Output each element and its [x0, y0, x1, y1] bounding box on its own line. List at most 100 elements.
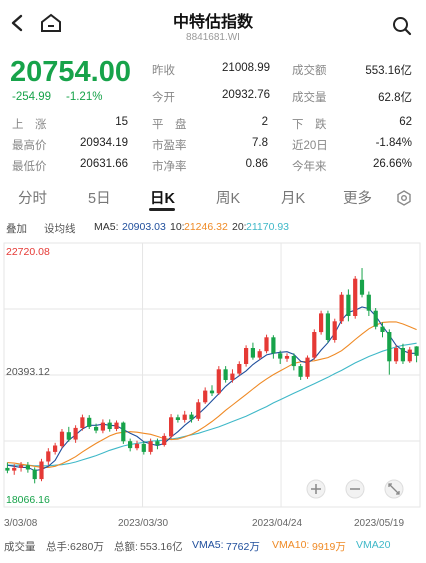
candle-body [366, 294, 371, 311]
candle-body [414, 346, 419, 356]
candle-body [175, 417, 180, 420]
candle-body [284, 356, 290, 359]
candle-body [66, 432, 71, 440]
down-count-value: 62 [399, 116, 412, 128]
candle-body [353, 278, 358, 316]
candle-body [196, 402, 201, 419]
candle-body [271, 337, 276, 354]
settings-icon[interactable] [396, 190, 412, 206]
candle-body [346, 294, 351, 316]
vma5-value: 7762万 [226, 541, 260, 553]
x-label-3: 2023/04/24 [252, 518, 302, 527]
candle-body [373, 310, 378, 327]
up-count-label: 上 涨 [12, 119, 47, 131]
candle-body [250, 348, 255, 358]
vma10-value: 9919万 [312, 541, 346, 553]
open-value: 20932.76 [222, 89, 270, 101]
volume-section-label: 成交量 [4, 541, 36, 553]
y-mid-label: 20393.12 [6, 366, 50, 378]
candle-body [325, 313, 330, 340]
chart-svg: 22720.08 20393.12 18066.16 3/03/08 2023/… [3, 242, 421, 529]
candle-body [94, 426, 99, 431]
20day-label: 近20日 [292, 140, 328, 152]
candle-body [407, 349, 412, 362]
candle-body [39, 461, 44, 480]
candle-body [216, 369, 221, 394]
candle-body [257, 351, 262, 358]
ma-legend: 叠加 设均线 MA5: 20903.03 10: 21246.32 20: 21… [0, 218, 426, 236]
open-label: 今开 [152, 92, 175, 104]
candle-body [203, 390, 208, 403]
candle-body [339, 294, 344, 322]
candle-body [107, 422, 112, 429]
ytd-label: 今年来 [292, 161, 327, 173]
tab-5day[interactable]: 5日 [88, 187, 111, 208]
top-bar: 中特估指数 8841681.WI [0, 0, 426, 50]
candle-body [148, 441, 153, 452]
pb-value: 0.86 [245, 158, 268, 170]
volume-legend: 成交量 总手: 6280万 总额: 553.16亿 VMA5: 7762万 VM… [0, 535, 426, 555]
candle-body [182, 414, 187, 420]
set-ma-button[interactable]: 设均线 [44, 221, 76, 236]
candle-body [291, 356, 296, 367]
y-top-label: 22720.08 [6, 246, 50, 258]
prev-close-label: 昨收 [152, 65, 175, 77]
zoom-out-button[interactable] [345, 479, 365, 499]
pe-label: 市盈率 [152, 140, 187, 152]
candle-body [46, 451, 51, 462]
candle-body [394, 348, 399, 362]
ma20-value: 21170.93 [246, 221, 290, 233]
candle-body [18, 465, 24, 468]
candle-body [114, 422, 119, 429]
candle-body [25, 465, 30, 470]
candle-body [5, 467, 10, 471]
candle-body [189, 414, 194, 420]
candlestick-chart[interactable]: 22720.08 20393.12 18066.16 3/03/08 2023/… [0, 237, 426, 529]
ma5-label: MA5: [94, 221, 119, 233]
overlay-button[interactable]: 叠加 [6, 221, 27, 236]
total-hands-label: 总手: [46, 541, 70, 553]
candle-body [12, 467, 17, 471]
20day-value: -1.84% [375, 137, 412, 149]
ytd-value: 26.66% [372, 158, 412, 170]
candle-body [244, 348, 249, 364]
last-price: 20754.00 [10, 56, 131, 88]
candle-body [169, 417, 174, 437]
tab-more[interactable]: 更多 [343, 187, 372, 208]
candle-body [312, 332, 317, 358]
candle-body [305, 357, 310, 377]
candle-body [53, 445, 58, 452]
x-label-end: 2023/05/19 [354, 518, 404, 527]
ma5-value: 20903.03 [122, 221, 166, 233]
tab-monthly-k[interactable]: 月K [281, 187, 305, 208]
candle-body [80, 417, 85, 428]
ma20-line [7, 342, 417, 467]
volume-label: 成交量 [292, 92, 327, 104]
tab-intraday[interactable]: 分时 [18, 187, 47, 208]
candle-body [32, 469, 37, 480]
candle-body [209, 390, 215, 394]
candle-body [223, 369, 228, 380]
candle-body [73, 427, 78, 440]
pb-label: 市净率 [152, 161, 187, 173]
up-count-value: 15 [115, 116, 128, 128]
high-value: 20934.19 [80, 137, 128, 149]
fullscreen-icon[interactable] [384, 479, 404, 499]
low-value: 20631.66 [80, 158, 128, 170]
tab-daily-k[interactable]: 日K [150, 187, 175, 208]
low-label: 最低价 [12, 161, 47, 173]
price-change-pct: -1.21% [66, 91, 103, 103]
candle-body [134, 443, 140, 449]
active-tab-indicator [149, 208, 175, 211]
vma5-label: VMA5: [192, 539, 224, 551]
price-change: -254.99 [12, 91, 52, 103]
y-bottom-label: 18066.16 [6, 494, 50, 506]
period-tabs: 分时 5日 日K 周K 月K 更多 [0, 182, 426, 212]
tab-weekly-k[interactable]: 周K [216, 187, 240, 208]
candle-body [162, 435, 167, 445]
search-icon[interactable] [392, 16, 412, 36]
candle-body [128, 441, 133, 449]
zoom-in-button[interactable] [306, 479, 326, 499]
flat-count-value: 2 [261, 116, 268, 128]
candle-body [121, 422, 126, 442]
